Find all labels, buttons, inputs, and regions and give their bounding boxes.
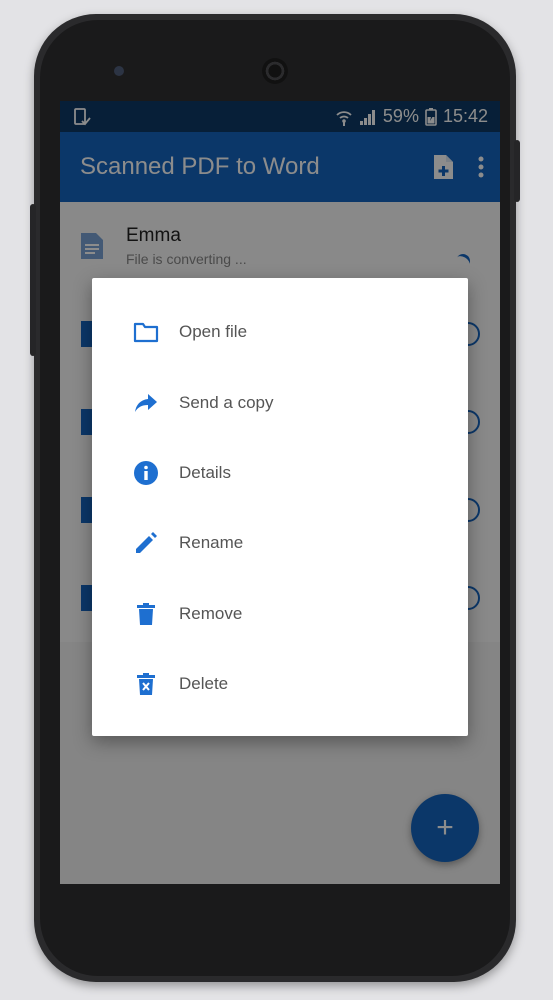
power-button [514, 140, 520, 202]
folder-icon [132, 318, 160, 346]
phone-frame: 59% 15:42 Scanned PDF to Word Emma File … [30, 14, 520, 982]
menu-item-remove[interactable]: Remove [92, 579, 468, 649]
menu-item-label: Details [179, 462, 231, 482]
front-camera [114, 66, 124, 76]
phone-bezel: 59% 15:42 Scanned PDF to Word Emma File … [40, 20, 510, 976]
info-icon [132, 459, 160, 487]
menu-item-label: Rename [179, 533, 244, 553]
menu-item-label: Remove [179, 603, 243, 623]
pencil-icon [132, 529, 160, 557]
share-arrow-icon [132, 389, 160, 417]
menu-item-details[interactable]: Details [92, 438, 468, 508]
screen: 59% 15:42 Scanned PDF to Word Emma File … [60, 101, 500, 884]
menu-item-delete[interactable]: Delete [92, 649, 468, 719]
menu-item-label: Open file [179, 322, 248, 342]
earpiece-speaker [262, 58, 288, 84]
menu-item-open-file[interactable]: Open file [92, 297, 468, 367]
menu-item-label: Delete [179, 674, 229, 694]
file-actions-dialog: Open file Send a copy Details Rename Rem… [92, 278, 468, 736]
volume-button [30, 204, 36, 356]
menu-item-rename[interactable]: Rename [92, 508, 468, 578]
menu-item-label: Send a copy [179, 392, 274, 412]
trash-icon [132, 600, 160, 628]
delete-forever-icon [132, 670, 160, 698]
menu-item-send-a-copy[interactable]: Send a copy [92, 367, 468, 437]
